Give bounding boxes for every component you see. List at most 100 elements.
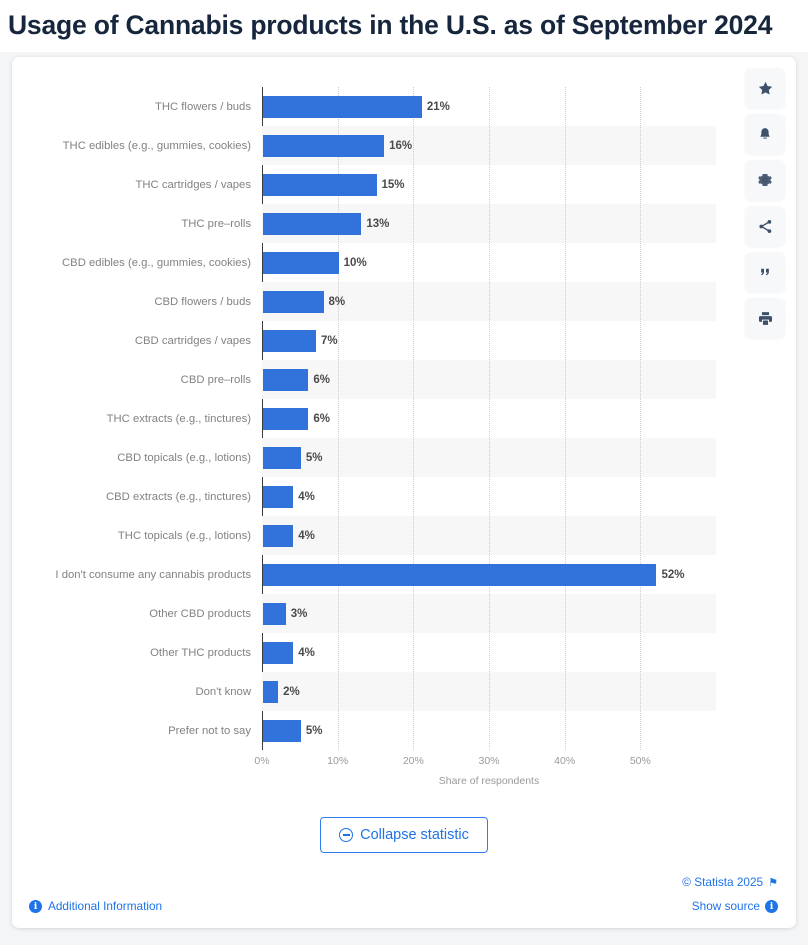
bar[interactable] (263, 485, 294, 508)
category-label: THC flowers / buds (154, 100, 251, 113)
category-label: THC topicals (e.g., lotions) (117, 529, 251, 542)
bar[interactable] (263, 524, 294, 547)
chart-row: Don't know 2% (195, 672, 716, 711)
chart-row: THC pre–rolls 13% (181, 204, 716, 243)
plot-area: THC flowers / buds 21% THC edibles (e.g., … (55, 87, 716, 750)
bar[interactable] (263, 719, 301, 742)
copyright-notice: © Statista 2025 ⚑ (682, 875, 778, 889)
collapse-button-label: Collapse statistic (360, 827, 469, 843)
category-label: Other CBD products (149, 607, 251, 620)
bar[interactable] (263, 212, 362, 235)
bar[interactable] (263, 95, 422, 118)
favorite-button[interactable] (745, 68, 785, 108)
page-title: Usage of Cannabis products in the U.S. a… (8, 10, 773, 41)
chart-row: THC topicals (e.g., lotions) 4% (118, 516, 716, 555)
category-label: I don't consume any cannabis products (55, 568, 251, 581)
page-header: Usage of Cannabis products in the U.S. a… (0, 0, 808, 52)
bar[interactable] (263, 563, 657, 586)
print-icon (757, 310, 774, 327)
bar[interactable] (263, 407, 309, 430)
print-button[interactable] (745, 298, 785, 338)
category-label: THC pre–rolls (181, 217, 251, 230)
action-toolbar (745, 68, 785, 338)
bar-value-label: 3% (290, 607, 308, 620)
bar-value-label: 7% (320, 334, 338, 347)
category-label: CBD edibles (e.g., gummies, cookies) (62, 256, 251, 269)
chart-row: CBD extracts (e.g., tinctures) 4% (106, 477, 716, 516)
x-tick-label: 0% (254, 755, 270, 767)
bar[interactable] (263, 173, 377, 196)
chart-row: CBD pre–rolls 6% (181, 360, 716, 399)
share-icon (757, 218, 774, 235)
category-label: CBD cartridges / vapes (134, 334, 251, 347)
chart-row: CBD edibles (e.g., gummies, cookies) 10% (62, 243, 716, 282)
bar[interactable] (263, 134, 385, 157)
chart-row: Other THC products 4% (150, 633, 716, 672)
settings-button[interactable] (745, 160, 785, 200)
x-tick-label: 40% (554, 755, 576, 767)
bar-value-label: 8% (328, 295, 346, 308)
bar-value-label: 4% (298, 490, 315, 503)
chart-row: CBD cartridges / vapes 7% (135, 321, 716, 360)
statistic-card: THC flowers / buds 21% THC edibles (e.g., … (12, 57, 796, 928)
x-tick-label: 30% (478, 755, 500, 767)
alert-button[interactable] (745, 114, 785, 154)
bar[interactable] (263, 602, 286, 625)
bar-value-label: 52% (661, 568, 685, 581)
bar-value-label: 6% (313, 412, 331, 425)
bar-value-label: 13% (366, 217, 390, 230)
bar[interactable] (263, 368, 309, 391)
bar[interactable] (263, 641, 294, 664)
info-icon: i (29, 899, 42, 913)
chart-row: THC edibles (e.g., gummies, cookies) 16% (63, 126, 716, 165)
chart-row: Prefer not to say 5% (168, 711, 716, 750)
share-button[interactable] (745, 206, 785, 246)
bar-value-label: 16% (389, 139, 413, 152)
category-label: CBD extracts (e.g., tinctures) (105, 490, 251, 503)
category-label: CBD pre–rolls (180, 373, 251, 386)
category-label: Prefer not to say (168, 724, 251, 737)
category-label: Other THC products (150, 646, 251, 659)
bar-value-label: 5% (305, 724, 323, 737)
show-source-link[interactable]: Show source i (692, 899, 778, 913)
chart-row: Other CBD products 3% (149, 594, 716, 633)
citation-icon (757, 264, 773, 280)
bar-value-label: 5% (305, 451, 323, 464)
x-tick-label: 10% (327, 755, 349, 767)
info-icon: i (765, 899, 778, 913)
flag-icon: ⚑ (768, 875, 778, 889)
bar-value-label: 6% (313, 373, 331, 386)
collapse-button-wrapper: Collapse statistic (12, 817, 796, 853)
bar[interactable] (263, 329, 316, 352)
minus-circle-icon (339, 828, 354, 842)
chart-row: THC cartridges / vapes 15% (135, 165, 716, 204)
chart-row: CBD topicals (e.g., lotions) 5% (117, 438, 716, 477)
x-tick-label: 50% (629, 755, 651, 767)
bar-chart: THC flowers / buds 21% THC edibles (e.g., … (12, 57, 796, 847)
category-label: THC edibles (e.g., gummies, cookies) (62, 139, 251, 152)
bar-value-label: 15% (381, 178, 405, 191)
bar[interactable] (263, 290, 324, 313)
category-label: CBD topicals (e.g., lotions) (117, 451, 251, 464)
bar[interactable] (263, 251, 339, 274)
x-tick-label: 20% (402, 755, 424, 767)
show-source-label: Show source (691, 899, 760, 913)
collapse-statistic-button[interactable]: Collapse statistic (320, 817, 488, 853)
x-axis-title: Share of respondents (438, 775, 540, 787)
bar[interactable] (263, 680, 279, 703)
bar[interactable] (263, 446, 301, 469)
chart-row: CBD flowers / buds 8% (154, 282, 716, 321)
bar-value-label: 4% (298, 646, 315, 659)
category-label: CBD flowers / buds (154, 295, 251, 308)
card-footer: © Statista 2025 ⚑ Show source i i Additi… (12, 867, 796, 927)
alert-icon (757, 126, 773, 143)
category-label: Don't know (195, 685, 251, 698)
category-label: THC extracts (e.g., tinctures) (106, 412, 251, 425)
chart-row: THC flowers / buds 21% (155, 87, 716, 126)
favorite-icon (757, 80, 774, 97)
citation-button[interactable] (745, 252, 785, 292)
bar-value-label: 4% (298, 529, 315, 542)
category-label: THC cartridges / vapes (135, 178, 251, 191)
settings-icon (757, 172, 773, 188)
additional-information-link[interactable]: i Additional Information (29, 899, 162, 913)
